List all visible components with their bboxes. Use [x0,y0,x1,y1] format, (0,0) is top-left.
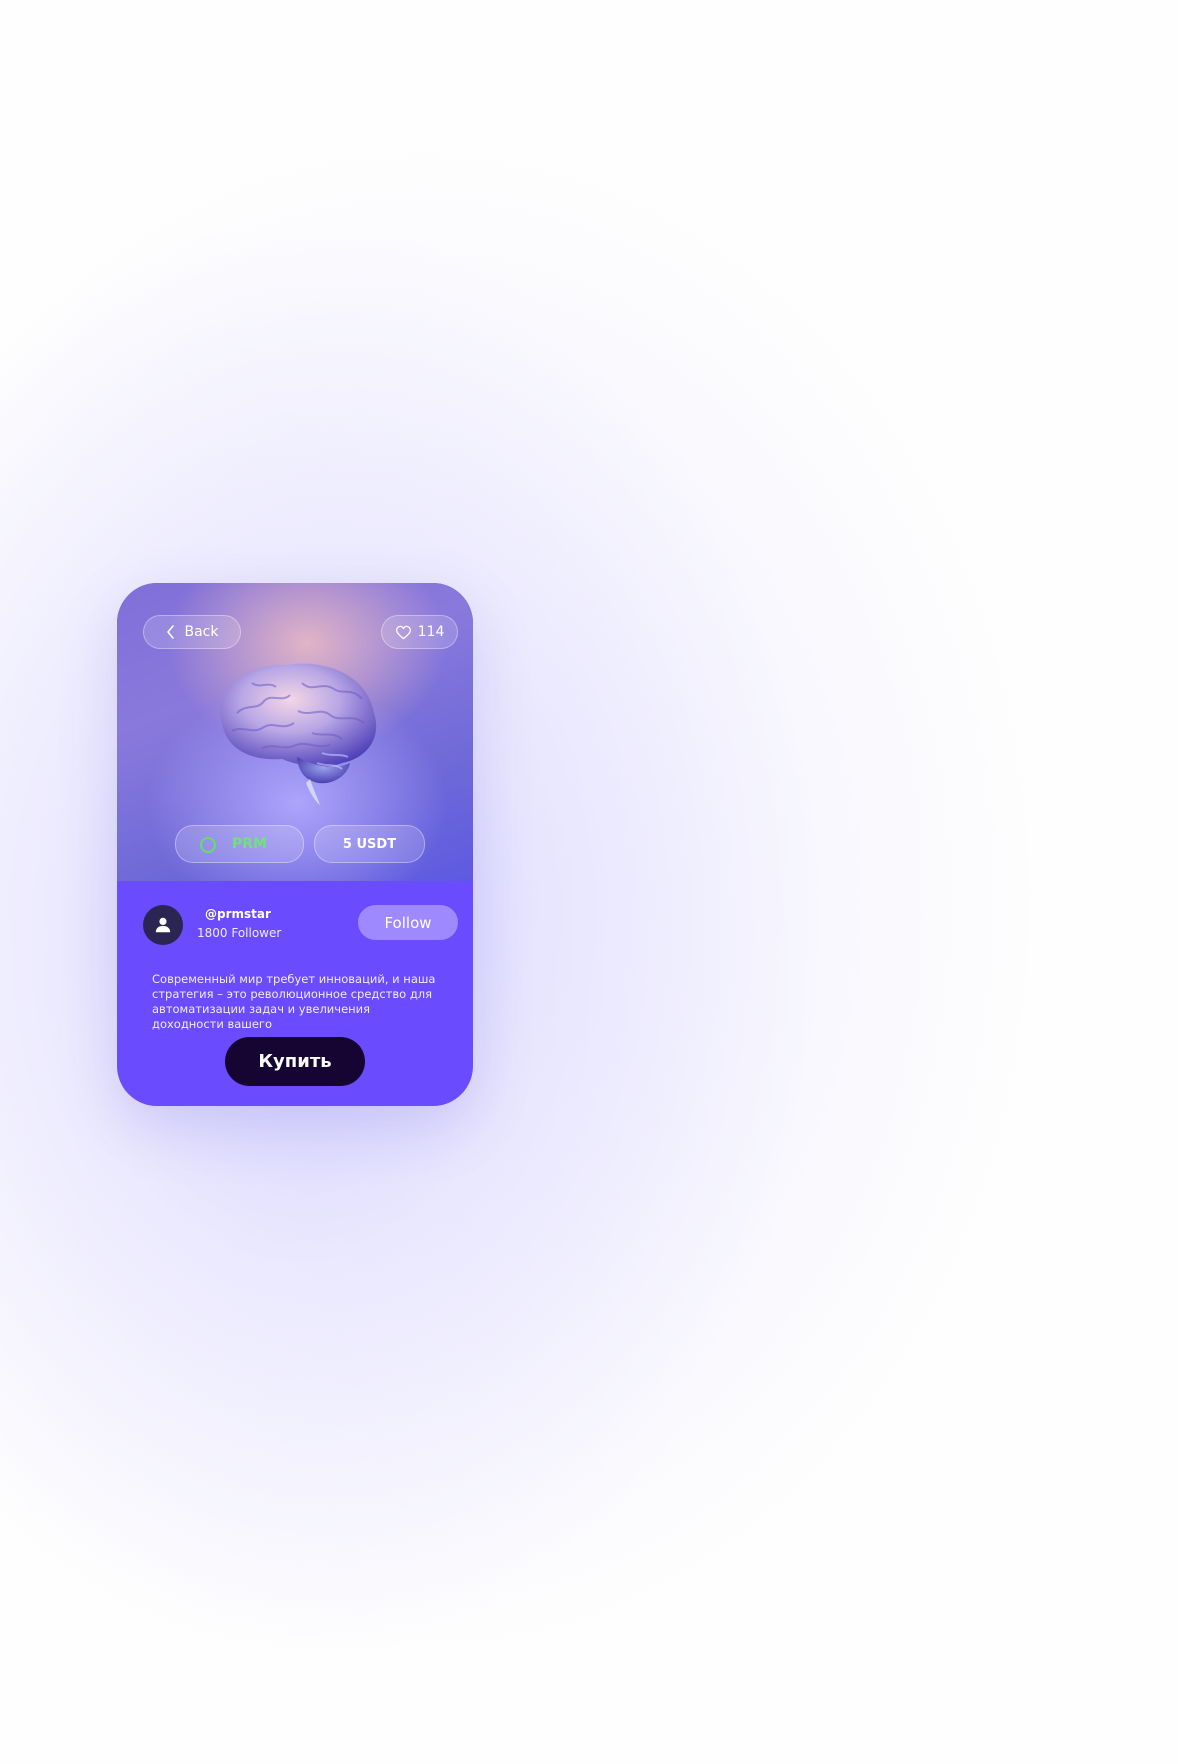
price-label: 5 USDT [342,836,397,852]
price-chip: 5 USDT [314,825,425,863]
like-button[interactable]: 114 [381,615,458,649]
author-handle[interactable]: @prmstar [205,907,271,921]
brain-image [220,663,377,805]
author-section: @prmstar 1800 Follower Follow Современны… [117,881,473,1106]
likes-count: 114 [417,624,445,640]
token-label: PRM [232,836,267,852]
strategy-card: Back 114 PRM 5 USDT @prmstar 1800 Follow… [117,583,473,1106]
author-followers: 1800 Follower [197,926,282,940]
chevron-left-icon [166,625,174,639]
heart-icon [395,625,411,639]
user-icon [155,917,171,933]
follow-button[interactable]: Follow [358,905,458,940]
back-button[interactable]: Back [143,615,241,649]
product-description: Современный мир требует инноваций, и наш… [152,972,436,1031]
product-hero: Back 114 PRM 5 USDT [117,583,473,881]
ring-icon [200,837,216,853]
avatar[interactable] [143,905,183,945]
back-label: Back [184,624,219,640]
buy-button[interactable]: Купить [225,1037,365,1086]
token-chip: PRM [175,825,304,863]
